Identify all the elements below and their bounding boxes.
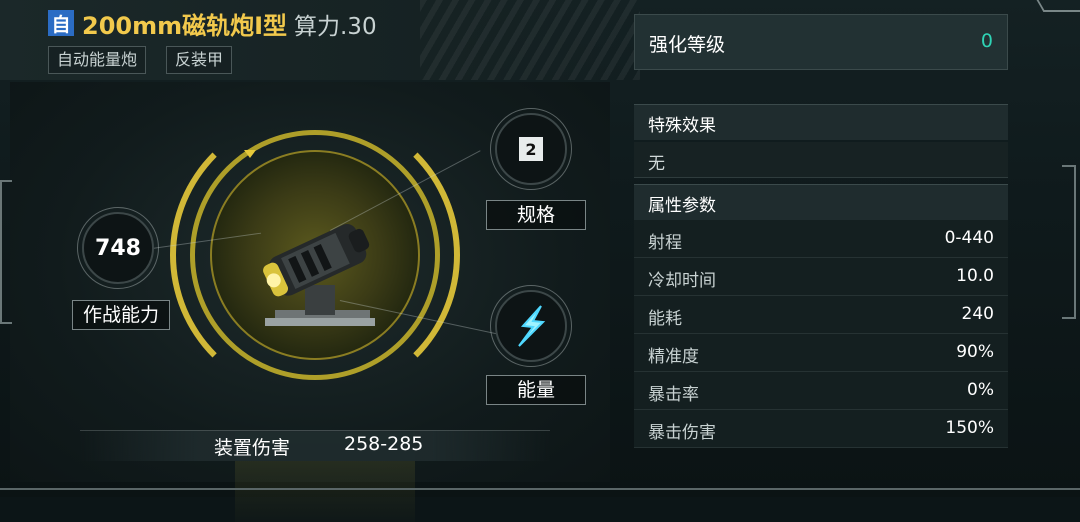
device-damage-label: 装置伤害 [214,437,291,459]
attribute-key: 精准度 [648,347,699,367]
attribute-value: 240 [961,304,994,324]
special-effect-header: 特殊效果 [634,104,1008,140]
spec-value: 2 [519,137,543,161]
energy-circle[interactable] [490,285,572,367]
tag-anti-armor: 反装甲 [166,46,233,74]
attribute-row-accuracy: 精准度 90% [634,334,1008,372]
special-effect-value: 无 [648,154,665,174]
attribute-key: 射程 [648,233,682,253]
attribute-row-range: 射程 0-440 [634,220,1008,258]
bottom-frame-line [0,488,1080,490]
weapon-title: 200mm磁轨炮I型 [82,12,288,40]
special-effect-row: 无 [634,142,1008,178]
lightning-icon [518,305,546,347]
attribute-header: 属性参数 [634,184,1008,220]
triangle-marker-icon [244,150,256,158]
left-frame-bracket [0,180,12,324]
attribute-value: 10.0 [956,266,994,286]
device-damage-value: 258-285 [344,433,424,455]
attribute-title: 属性参数 [648,196,716,216]
spec-circle[interactable]: 2 [490,108,572,190]
spec-label: 规格 [486,200,586,230]
attribute-key: 暴击伤害 [648,423,716,443]
attribute-row-crit-damage: 暴击伤害 150% [634,410,1008,448]
device-damage-bar: 装置伤害 258-285 [80,430,550,461]
attribute-value: 0-440 [944,228,994,248]
attribute-value: 90% [956,342,994,362]
right-frame-bracket [1062,165,1076,319]
attribute-value: 0% [967,380,994,400]
enhance-level-label: 强化等级 [649,34,726,56]
header-stripes [420,0,640,80]
railgun-cannon-icon [263,224,375,326]
attribute-row-energy-cost: 能耗 240 [634,296,1008,334]
attribute-key: 暴击率 [648,385,699,405]
weapon-power: 算力.30 [294,14,377,40]
attribute-key: 冷却时间 [648,271,716,291]
attribute-row-crit-rate: 暴击率 0% [634,372,1008,410]
auto-type-badge: 自 [48,10,74,36]
energy-label: 能量 [486,375,586,405]
special-effect-title: 特殊效果 [648,116,716,136]
enhance-level-value: 0 [980,30,993,52]
attribute-row-cooldown: 冷却时间 10.0 [634,258,1008,296]
tag-auto-energy-cannon: 自动能量炮 [48,46,147,74]
attribute-value: 150% [945,418,994,438]
corner-decoration [1036,0,1080,12]
stats-column: 强化等级 0 特殊效果 无 属性参数 射程 0-440 冷却时间 10.0 能耗… [634,0,1010,497]
combat-power-label: 作战能力 [72,300,170,330]
attribute-key: 能耗 [648,309,682,329]
enhance-level-box[interactable]: 强化等级 0 [634,14,1008,70]
combat-power-circle: 748 [77,207,159,289]
